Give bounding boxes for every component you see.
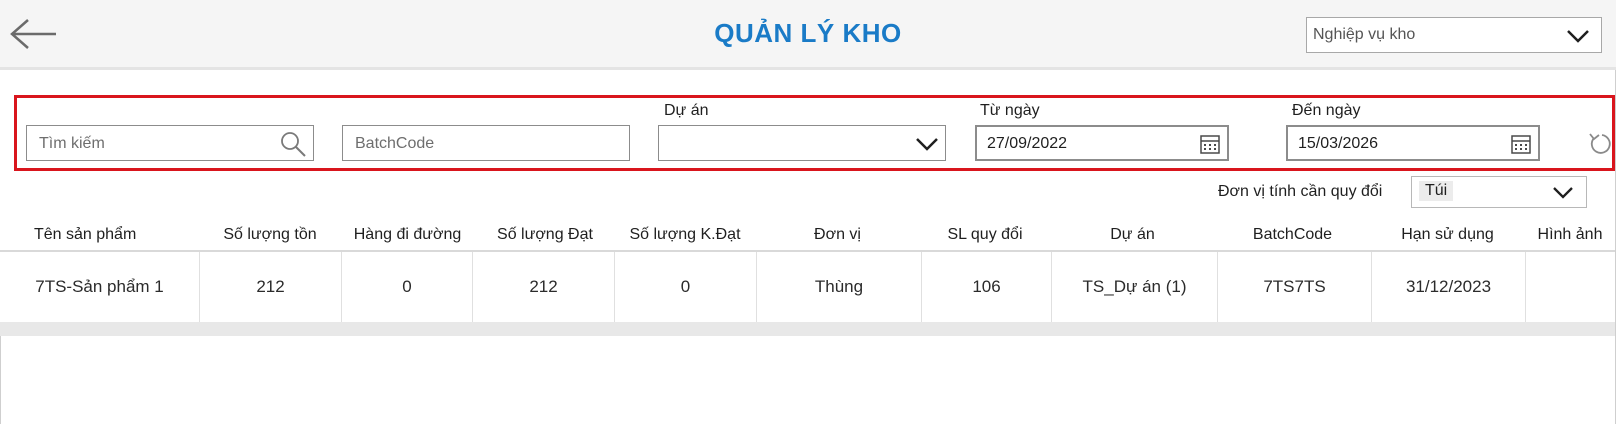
table-row[interactable]: 7TS-Sản phẩm 1 212 0 212 0 Thùng 106 TS_… <box>0 252 1616 322</box>
to-date-label: Đến ngày <box>1292 102 1361 119</box>
cell-in-transit: 0 <box>342 252 473 322</box>
column-header-converted-qty[interactable]: SL quy đổi <box>920 226 1050 244</box>
column-header-stock-qty[interactable]: Số lượng tồn <box>200 226 340 244</box>
unit-conversion-label: Đơn vị tính cần quy đổi <box>1218 183 1383 200</box>
column-header-product-name[interactable]: Tên sản phẩm <box>34 226 136 244</box>
to-date-input[interactable]: 15/03/2026 <box>1286 125 1540 161</box>
cell-batchcode: 7TS7TS <box>1218 252 1372 322</box>
refresh-icon[interactable] <box>1588 130 1614 158</box>
column-header-batchcode[interactable]: BatchCode <box>1215 226 1370 244</box>
project-select[interactable] <box>658 125 946 161</box>
panel-left-border <box>0 336 1 424</box>
batchcode-input[interactable]: BatchCode <box>342 125 630 161</box>
cell-stock-qty: 212 <box>200 252 342 322</box>
column-header-unit[interactable]: Đơn vị <box>755 226 920 244</box>
from-date-label: Từ ngày <box>980 102 1040 119</box>
from-date-value: 27/09/2022 <box>987 135 1068 152</box>
chevron-down-icon <box>1553 187 1573 199</box>
cell-product-name: 7TS-Sản phẩm 1 <box>0 252 200 322</box>
column-header-image[interactable]: Hình ảnh <box>1525 226 1615 244</box>
header-bar: QUẢN LÝ KHO Nghiệp vụ kho <box>0 0 1616 70</box>
calendar-icon[interactable] <box>1510 133 1532 155</box>
column-header-qty-pass[interactable]: Số lượng Đạt <box>475 226 615 244</box>
cell-qty-pass: 212 <box>473 252 615 322</box>
column-header-in-transit[interactable]: Hàng đi đường <box>340 226 475 244</box>
chevron-down-icon <box>1567 30 1589 43</box>
calendar-icon[interactable] <box>1199 133 1221 155</box>
chevron-down-icon <box>916 138 938 151</box>
cell-expiry-date: 31/12/2023 <box>1372 252 1526 322</box>
from-date-input[interactable]: 27/09/2022 <box>975 125 1229 161</box>
column-header-qty-fail[interactable]: Số lượng K.Đạt <box>615 226 755 244</box>
search-icon[interactable] <box>279 130 307 158</box>
column-header-project[interactable]: Dự án <box>1050 226 1215 244</box>
cell-converted-qty: 106 <box>922 252 1052 322</box>
cell-image <box>1526 252 1615 322</box>
unit-conversion-value: Túi <box>1419 181 1454 201</box>
search-input[interactable]: Tìm kiếm <box>26 125 314 161</box>
search-placeholder: Tìm kiếm <box>39 135 105 152</box>
cell-unit: Thùng <box>757 252 922 322</box>
unit-conversion-select[interactable]: Túi <box>1411 176 1587 208</box>
batchcode-placeholder: BatchCode <box>355 135 435 152</box>
cell-project: TS_Dự án (1) <box>1052 252 1218 322</box>
table-header: Tên sản phẩm Số lượng tồn Hàng đi đường … <box>0 220 1616 252</box>
warehouse-operation-select[interactable]: Nghiệp vụ kho <box>1306 17 1602 53</box>
column-header-expiry-date[interactable]: Hạn sử dụng <box>1370 226 1525 244</box>
cell-qty-fail: 0 <box>615 252 757 322</box>
warehouse-operation-placeholder: Nghiệp vụ kho <box>1313 26 1416 43</box>
table-footer-divider <box>0 322 1616 336</box>
to-date-value: 15/03/2026 <box>1298 135 1379 152</box>
project-label: Dự án <box>664 102 709 119</box>
